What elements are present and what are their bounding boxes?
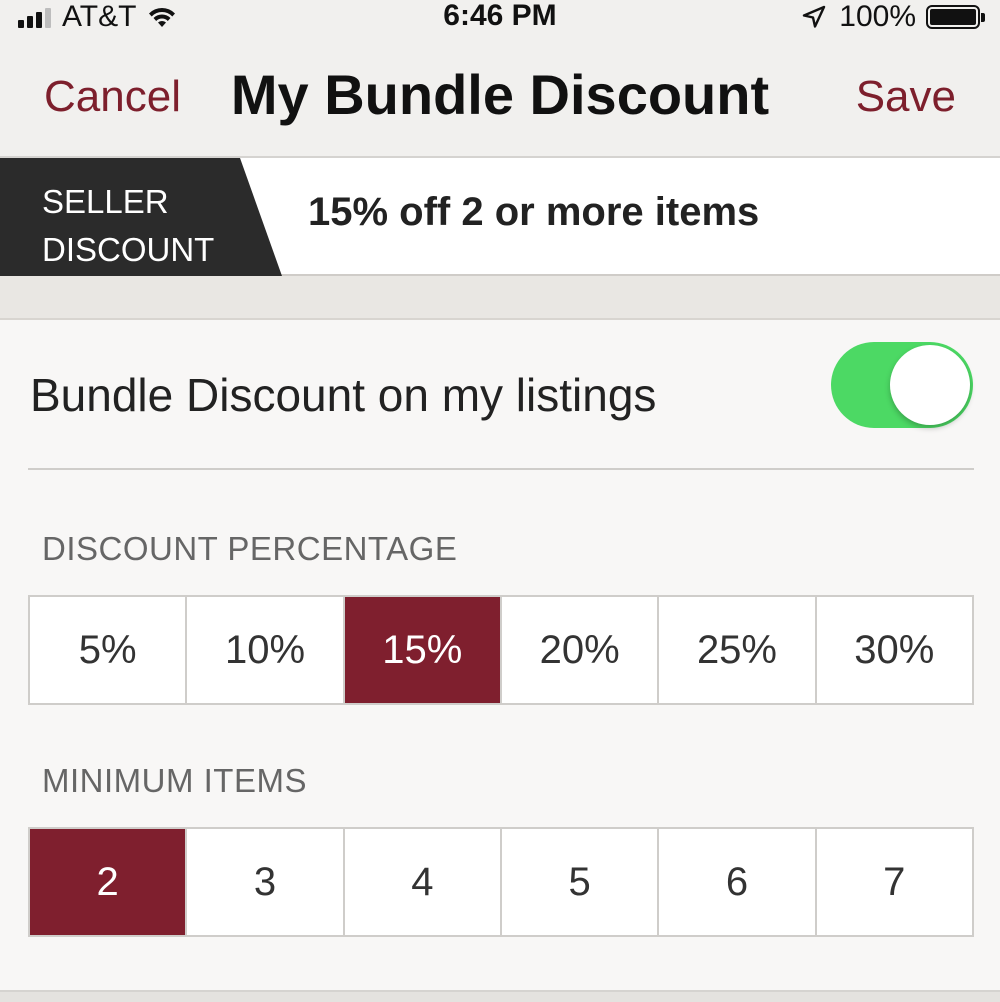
- divider: [28, 468, 974, 470]
- min-items-option[interactable]: 5: [499, 829, 657, 935]
- bottom-divider: [0, 990, 1000, 1002]
- min-items-option[interactable]: 3: [185, 829, 342, 935]
- cancel-button[interactable]: Cancel: [44, 72, 181, 122]
- bundle-discount-toggle[interactable]: [831, 342, 973, 428]
- discount-summary: 15% off 2 or more items: [308, 190, 760, 234]
- section-spacer: [0, 276, 1000, 320]
- min-items-option[interactable]: 6: [657, 829, 814, 935]
- discount-percentage-selector: 5% 10% 15% 20% 25% 30%: [28, 595, 974, 705]
- bundle-settings-card: Bundle Discount on my listings DISCOUNT …: [0, 320, 1000, 1002]
- percentage-option[interactable]: 25%: [657, 597, 814, 703]
- status-bar: AT&T 6:46 PM 100%: [0, 0, 1000, 34]
- percentage-option[interactable]: 5%: [30, 597, 185, 703]
- min-items-option[interactable]: 4: [342, 829, 500, 935]
- badge-line-1: SELLER: [42, 183, 169, 220]
- location-arrow-icon: [803, 5, 826, 28]
- save-button[interactable]: Save: [856, 72, 956, 122]
- percentage-option[interactable]: 30%: [814, 597, 972, 703]
- seller-discount-badge: SELLER DISCOUNT: [0, 158, 282, 276]
- discount-percentage-label: DISCOUNT PERCENTAGE: [42, 530, 458, 567]
- minimum-items-selector: 2 3 4 5 6 7: [28, 827, 974, 937]
- badge-line-2: DISCOUNT: [42, 231, 215, 268]
- seller-discount-banner: SELLER DISCOUNT 15% off 2 or more items: [0, 158, 1000, 276]
- battery-percent: 100%: [839, 0, 916, 33]
- nav-bar: Cancel My Bundle Discount Save: [0, 34, 1000, 158]
- min-items-option[interactable]: 7: [814, 829, 972, 935]
- min-items-option-selected[interactable]: 2: [30, 829, 186, 935]
- toggle-knob: [890, 345, 970, 425]
- status-right: 100%: [801, 0, 985, 34]
- percentage-option-selected[interactable]: 15%: [342, 597, 500, 703]
- bundle-toggle-label: Bundle Discount on my listings: [30, 369, 657, 421]
- battery-icon: [926, 5, 985, 29]
- percentage-option[interactable]: 10%: [185, 597, 342, 703]
- minimum-items-label: MINIMUM ITEMS: [42, 762, 307, 799]
- percentage-option[interactable]: 20%: [499, 597, 657, 703]
